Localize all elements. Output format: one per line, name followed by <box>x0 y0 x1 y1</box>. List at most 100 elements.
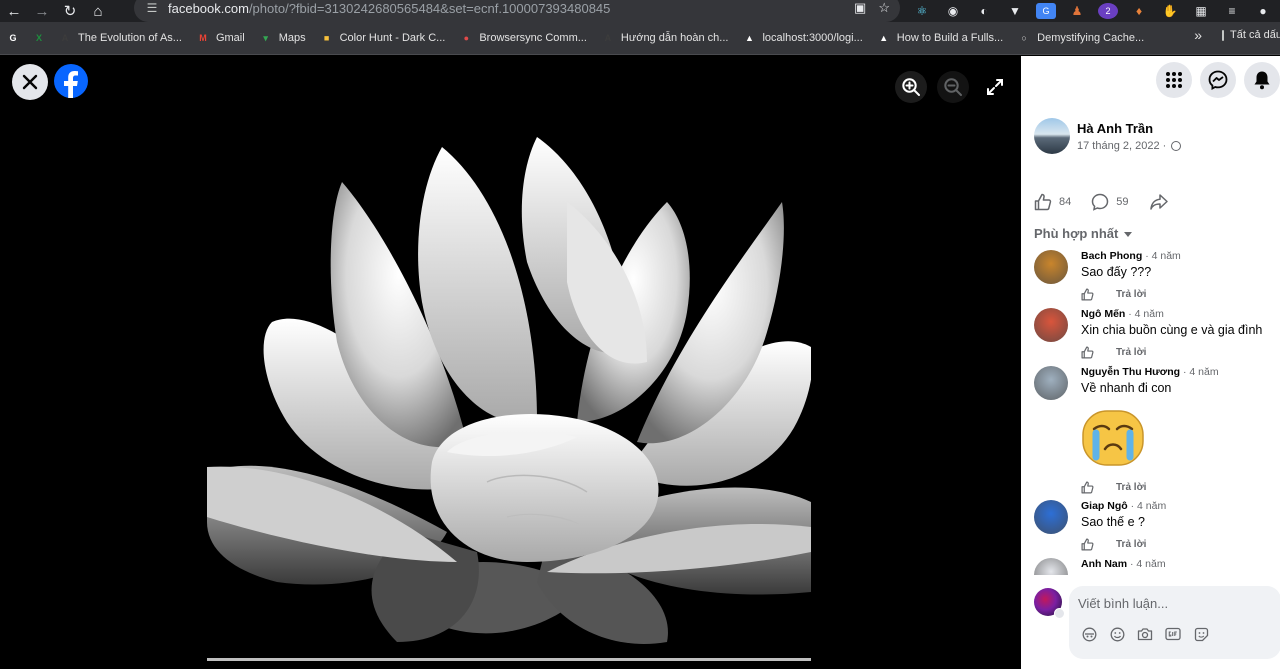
bookmark-item[interactable]: ○ Demystifying Cache... <box>1017 26 1144 50</box>
extensions-puzzle-icon[interactable]: ▦ <box>1191 3 1211 19</box>
commenter-avatar[interactable] <box>1034 250 1068 284</box>
like-icon[interactable] <box>1081 346 1094 359</box>
bookmark-item[interactable]: ▲ localhost:3000/logi... <box>742 26 863 50</box>
extension-person-icon[interactable]: ♟ <box>1067 3 1087 19</box>
extension-circle-icon[interactable]: ◐ <box>974 3 994 19</box>
messenger-button[interactable] <box>1200 62 1236 98</box>
commenter-name[interactable]: Anh Nam <box>1081 558 1127 570</box>
commenter-avatar[interactable] <box>1034 558 1068 575</box>
share-icon <box>1149 194 1168 210</box>
bookmark-item[interactable]: M Gmail <box>196 26 244 50</box>
current-user-avatar[interactable] <box>1034 588 1065 619</box>
forward-icon[interactable]: → <box>28 0 56 22</box>
sticker-icon[interactable] <box>1193 626 1209 642</box>
zoom-out-button[interactable] <box>937 71 969 103</box>
bookmark-item[interactable]: ▾ Maps <box>259 26 306 50</box>
comment-time[interactable]: · 4 năm <box>1130 558 1166 570</box>
avatar-sticker-icon[interactable] <box>1081 626 1097 642</box>
gif-icon[interactable] <box>1165 626 1181 642</box>
site-icon: ○ <box>1021 33 1027 43</box>
commenter-name[interactable]: Ngô Mến <box>1081 308 1125 320</box>
vue-devtools-icon[interactable]: ▼ <box>1005 3 1025 19</box>
comment-text: Sao đấy ??? <box>1081 265 1152 279</box>
comment-body: Ngô Mến · 4 năm Xin chia buồn cùng e và g… <box>1081 308 1280 359</box>
comment-header: Nguyễn Thu Hương · 4 năm <box>1081 366 1280 378</box>
like-count: 84 <box>1059 196 1072 208</box>
install-app-icon[interactable]: ▣ <box>854 0 866 16</box>
like-icon[interactable] <box>1081 288 1094 301</box>
commenter-name[interactable]: Nguyễn Thu Hương <box>1081 366 1180 378</box>
commenter-avatar[interactable] <box>1034 308 1068 342</box>
bookmark-item[interactable]: A The Evolution of As... <box>58 26 182 50</box>
reply-button[interactable]: Trả lời <box>1116 347 1146 358</box>
reply-button[interactable]: Trả lời <box>1116 482 1146 493</box>
camera-icon[interactable] <box>1137 626 1153 642</box>
reload-icon[interactable]: ↻ <box>56 0 84 22</box>
bookmark-item[interactable]: A Hướng dẫn hoàn ch... <box>601 26 729 50</box>
comment-item: Giap Ngô · 4 năm Sao thế e ? Trả lời <box>1034 500 1280 551</box>
close-icon <box>22 74 38 90</box>
comment-item: Bach Phong · 4 năm Sao đấy ??? Trả lời <box>1034 250 1280 301</box>
comment-text: Sao thế e ? <box>1081 515 1145 529</box>
google-translate-icon[interactable]: G <box>1036 3 1056 19</box>
reply-button[interactable]: Trả lời <box>1116 539 1146 550</box>
all-bookmarks-folder[interactable]: Tất cả dấu trang <box>1222 29 1280 41</box>
comment-time[interactable]: · 4 năm <box>1145 250 1181 262</box>
comment-input[interactable]: Viết bình luận... <box>1069 586 1280 659</box>
author-name[interactable]: Hà Anh Trần <box>1077 121 1181 136</box>
close-button[interactable] <box>12 64 48 100</box>
angular-icon: A <box>61 33 69 43</box>
author-avatar[interactable] <box>1034 118 1070 154</box>
bookmark-item[interactable]: G <box>6 26 26 50</box>
post-date[interactable]: 17 tháng 2, 2022 · <box>1077 140 1182 152</box>
share-button[interactable] <box>1149 193 1176 211</box>
emoji-icon[interactable] <box>1109 626 1125 642</box>
comment-header: Anh Nam · 4 năm <box>1081 558 1280 570</box>
zoom-in-button[interactable] <box>895 71 927 103</box>
commenter-avatar[interactable] <box>1034 500 1068 534</box>
bookmark-label: Maps <box>278 32 306 44</box>
address-bar[interactable]: ☰ facebook.com/photo/?fbid=3130242680565… <box>134 0 900 22</box>
google-icon: G <box>9 33 17 43</box>
crying-sticker-icon <box>1082 410 1144 466</box>
commenter-avatar[interactable] <box>1034 366 1068 400</box>
extension-badge-icon[interactable]: 2 <box>1098 3 1118 19</box>
commenter-name[interactable]: Giap Ngô <box>1081 500 1128 512</box>
bookmark-item[interactable]: ● Browsersync Comm... <box>459 26 587 50</box>
profile-icon[interactable]: ● <box>1253 3 1273 19</box>
bookmark-item[interactable]: X <box>32 26 52 50</box>
back-icon[interactable]: ← <box>0 0 28 22</box>
like-icon[interactable] <box>1081 481 1094 494</box>
fullscreen-button[interactable] <box>980 72 1010 102</box>
extension-hand-icon[interactable]: ✋ <box>1160 3 1180 19</box>
bookmark-label: Browsersync Comm... <box>479 32 587 44</box>
menu-grid-button[interactable] <box>1156 62 1192 98</box>
extension-target-icon[interactable]: ◉ <box>943 3 963 19</box>
like-icon[interactable] <box>1081 538 1094 551</box>
comment-time[interactable]: · 4 năm <box>1183 366 1219 378</box>
bookmark-star-icon[interactable]: ☆ <box>878 0 890 16</box>
reply-button[interactable]: Trả lời <box>1116 289 1146 300</box>
site-info-icon[interactable]: ☰ <box>144 0 160 16</box>
bookmark-label: How to Build a Fulls... <box>896 32 1004 44</box>
lotus-photo[interactable] <box>207 122 811 662</box>
facebook-logo-icon[interactable] <box>54 64 88 98</box>
chevron-down-icon <box>1054 608 1065 619</box>
bookmarks-overflow-icon[interactable]: » <box>1194 27 1202 43</box>
bookmark-label: Hướng dẫn hoàn ch... <box>620 32 729 44</box>
comment-sort-dropdown[interactable]: Phù hợp nhất <box>1034 226 1133 241</box>
comment-button[interactable]: 59 <box>1091 193 1129 211</box>
home-icon[interactable]: ⌂ <box>84 0 112 22</box>
commenter-name[interactable]: Bach Phong <box>1081 250 1142 262</box>
bookmark-item[interactable]: ▲ How to Build a Fulls... <box>877 26 1003 50</box>
notifications-button[interactable] <box>1244 62 1280 98</box>
like-button[interactable]: 84 <box>1034 193 1071 211</box>
react-devtools-icon[interactable]: ⚛ <box>912 3 932 19</box>
reading-list-icon[interactable]: ≡ <box>1222 3 1242 19</box>
comment-item: Ngô Mến · 4 năm Xin chia buồn cùng e và g… <box>1034 308 1280 359</box>
extension-fox-icon[interactable]: ♦ <box>1129 3 1149 19</box>
comment-time[interactable]: · 4 năm <box>1128 308 1164 320</box>
comment-time[interactable]: · 4 năm <box>1131 500 1167 512</box>
bookmark-item[interactable]: ■ Color Hunt - Dark C... <box>320 26 446 50</box>
bookmark-label: Color Hunt - Dark C... <box>339 32 446 44</box>
